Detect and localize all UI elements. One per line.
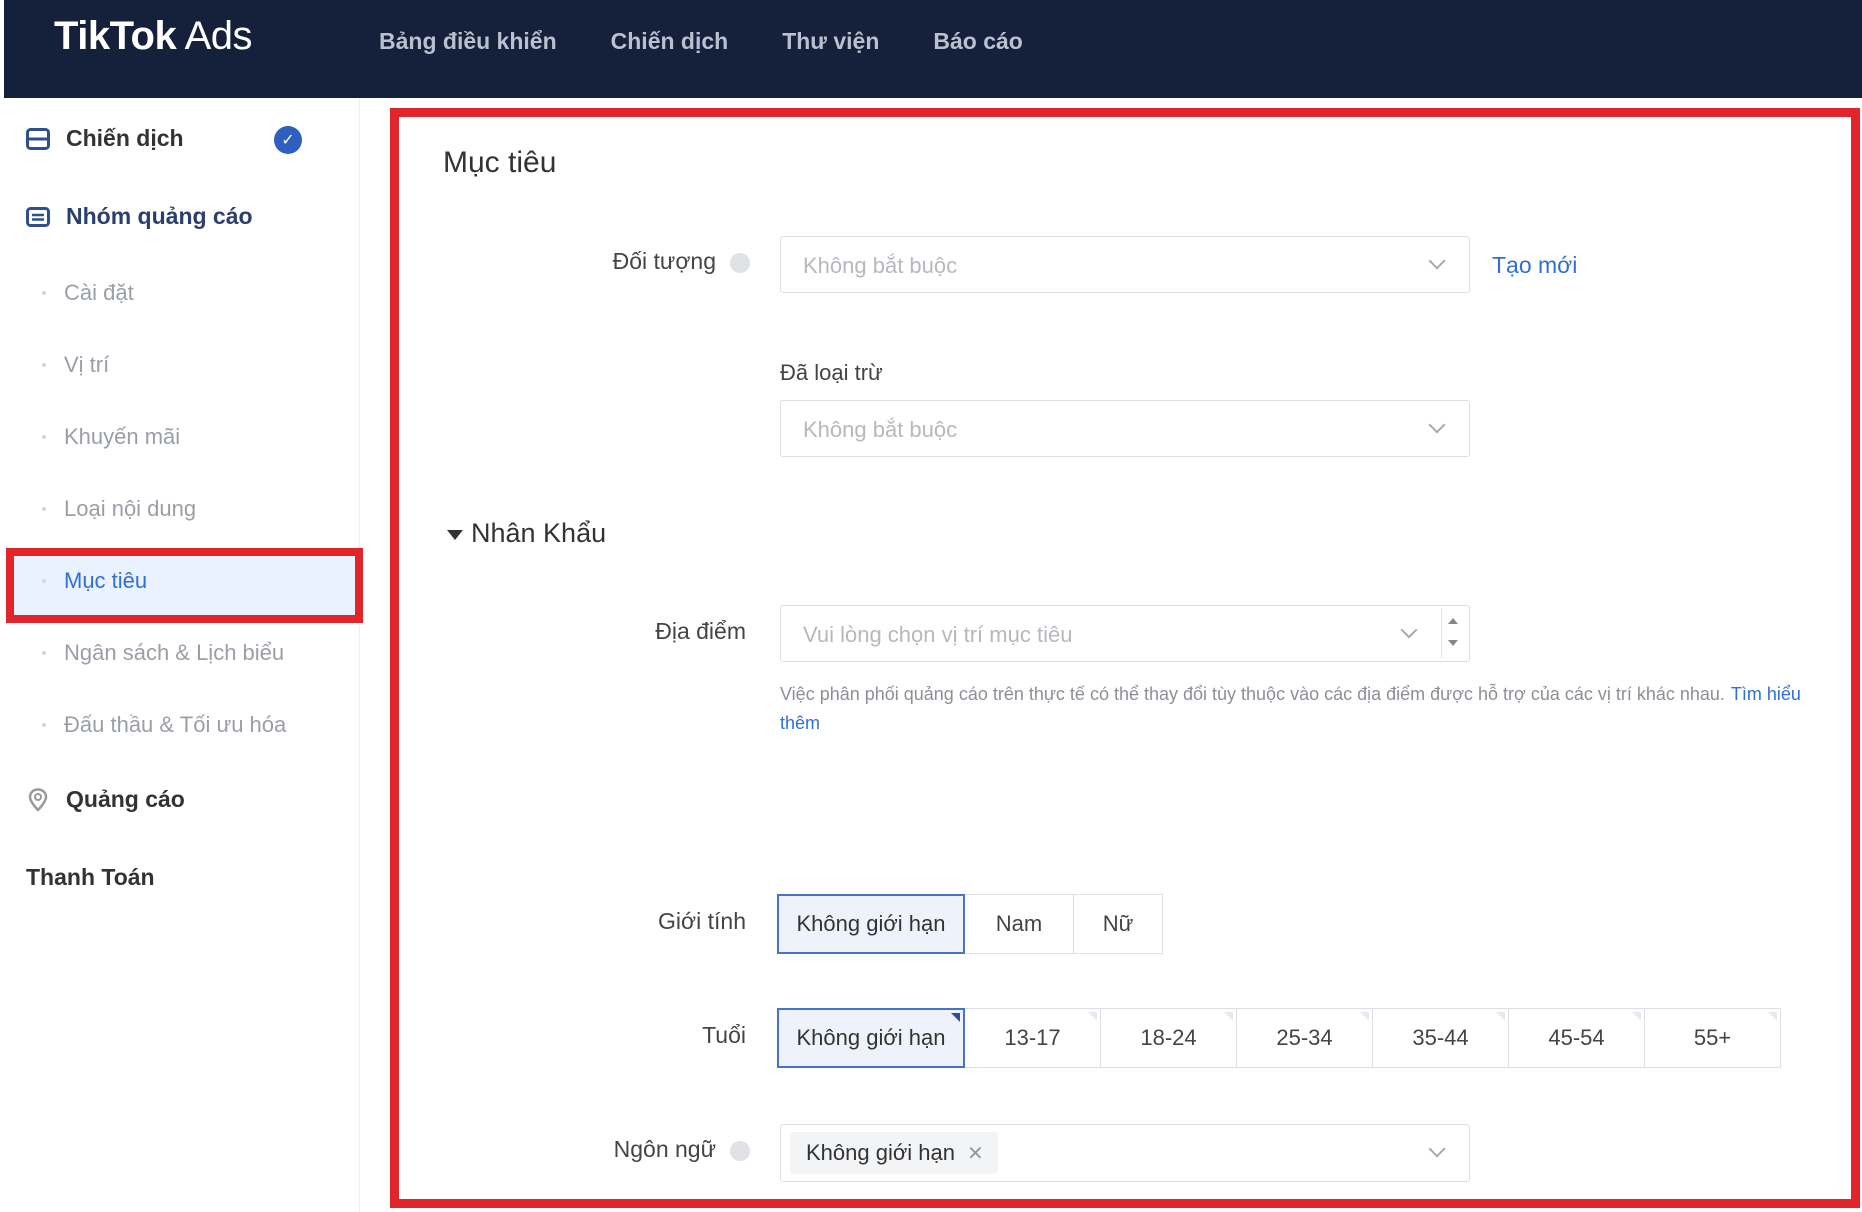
create-audience-link[interactable]: Tạo mới [1492,252,1577,279]
sidebar-sub-promotion[interactable]: Khuyến mãi [41,424,180,450]
age-option-55-plus[interactable]: 55+ [1644,1008,1781,1068]
highlight-box-sidebar [6,548,363,623]
page-title: Mục tiêu [443,146,557,179]
campaign-complete-check-icon: ✓ [274,126,302,154]
age-selector: Không giới hạn 13-17 18-24 25-34 35-44 4… [777,1008,1781,1068]
age-option-25-34[interactable]: 25-34 [1236,1008,1373,1068]
sidebar-sub-content-type[interactable]: Loại nội dung [41,496,196,522]
nav-library[interactable]: Thư viện [782,28,879,55]
campaign-icon [26,127,50,151]
excluded-label: Đã loại trừ [780,360,883,385]
sidebar-sub-settings[interactable]: Cài đặt [42,280,134,306]
location-help-text: Việc phân phối quảng cáo trên thực tế có… [780,684,1801,733]
top-nav: Bảng điều khiển Chiến dịch Thư viện Báo … [379,28,1077,55]
location-select[interactable]: Vui lòng chọn vị trí mục tiêu [780,605,1470,662]
demographics-toggle[interactable]: Nhân Khẩu [447,518,606,549]
chevron-down-icon [1428,252,1446,270]
selected-corner-icon [951,1013,960,1022]
language-tag: Không giới hạn ✕ [790,1132,998,1174]
age-option-13-17[interactable]: 13-17 [964,1008,1101,1068]
chevron-down-icon [1428,1140,1446,1158]
age-option-45-54[interactable]: 45-54 [1508,1008,1645,1068]
sidebar-item-payment[interactable]: Thanh Toán [26,864,155,891]
nav-dashboard[interactable]: Bảng điều khiển [379,28,557,55]
arrow-up-icon [1448,618,1458,624]
close-icon[interactable]: ✕ [967,1141,984,1166]
gender-option-male[interactable]: Nam [964,894,1074,954]
age-option-35-44[interactable]: 35-44 [1372,1008,1509,1068]
gender-selector: Không giới hạn Nam Nữ [777,894,1163,954]
sidebar-item-adgroup[interactable]: Nhóm quảng cáo [26,203,253,230]
location-pin-icon [26,787,50,812]
language-label: Ngôn ngữ [560,1136,750,1163]
info-icon[interactable] [730,252,750,273]
chevron-down-icon [1428,416,1446,434]
tiktok-ads-logo[interactable]: TikTok Ads [54,14,253,59]
audience-select[interactable]: Không bắt buộc [780,236,1470,293]
age-option-18-24[interactable]: 18-24 [1100,1008,1237,1068]
adgroup-icon [26,205,50,229]
gender-option-female[interactable]: Nữ [1073,894,1163,954]
location-label: Địa điểm [655,618,746,644]
sidebar-sub-budget-schedule[interactable]: Ngân sách & Lịch biểu [41,640,284,666]
audience-label: Đối tượng [560,248,750,275]
sidebar-sub-bidding-optimization[interactable]: Đấu thầu & Tối ưu hóa [41,712,286,738]
top-navigation-bar: TikTok Ads Bảng điều khiển Chiến dịch Th… [4,0,1862,98]
nav-campaign[interactable]: Chiến dịch [611,28,729,55]
info-icon[interactable] [730,1140,750,1161]
gender-option-unlimited[interactable]: Không giới hạn [777,894,965,954]
gender-label: Giới tính [658,908,746,934]
caret-down-icon [447,529,463,540]
arrow-down-icon [1448,640,1458,646]
sidebar-item-campaign[interactable]: Chiến dịch [26,125,184,152]
age-option-unlimited[interactable]: Không giới hạn [777,1008,965,1068]
age-label: Tuổi [702,1022,746,1048]
sidebar-sub-placement[interactable]: Vị trí [41,352,109,378]
excluded-select[interactable]: Không bắt buộc [780,400,1470,457]
scroll-spinner[interactable] [1441,608,1463,658]
chevron-down-icon [1400,621,1418,639]
sidebar-item-ads[interactable]: Quảng cáo [26,786,185,813]
nav-reports[interactable]: Báo cáo [933,28,1022,55]
